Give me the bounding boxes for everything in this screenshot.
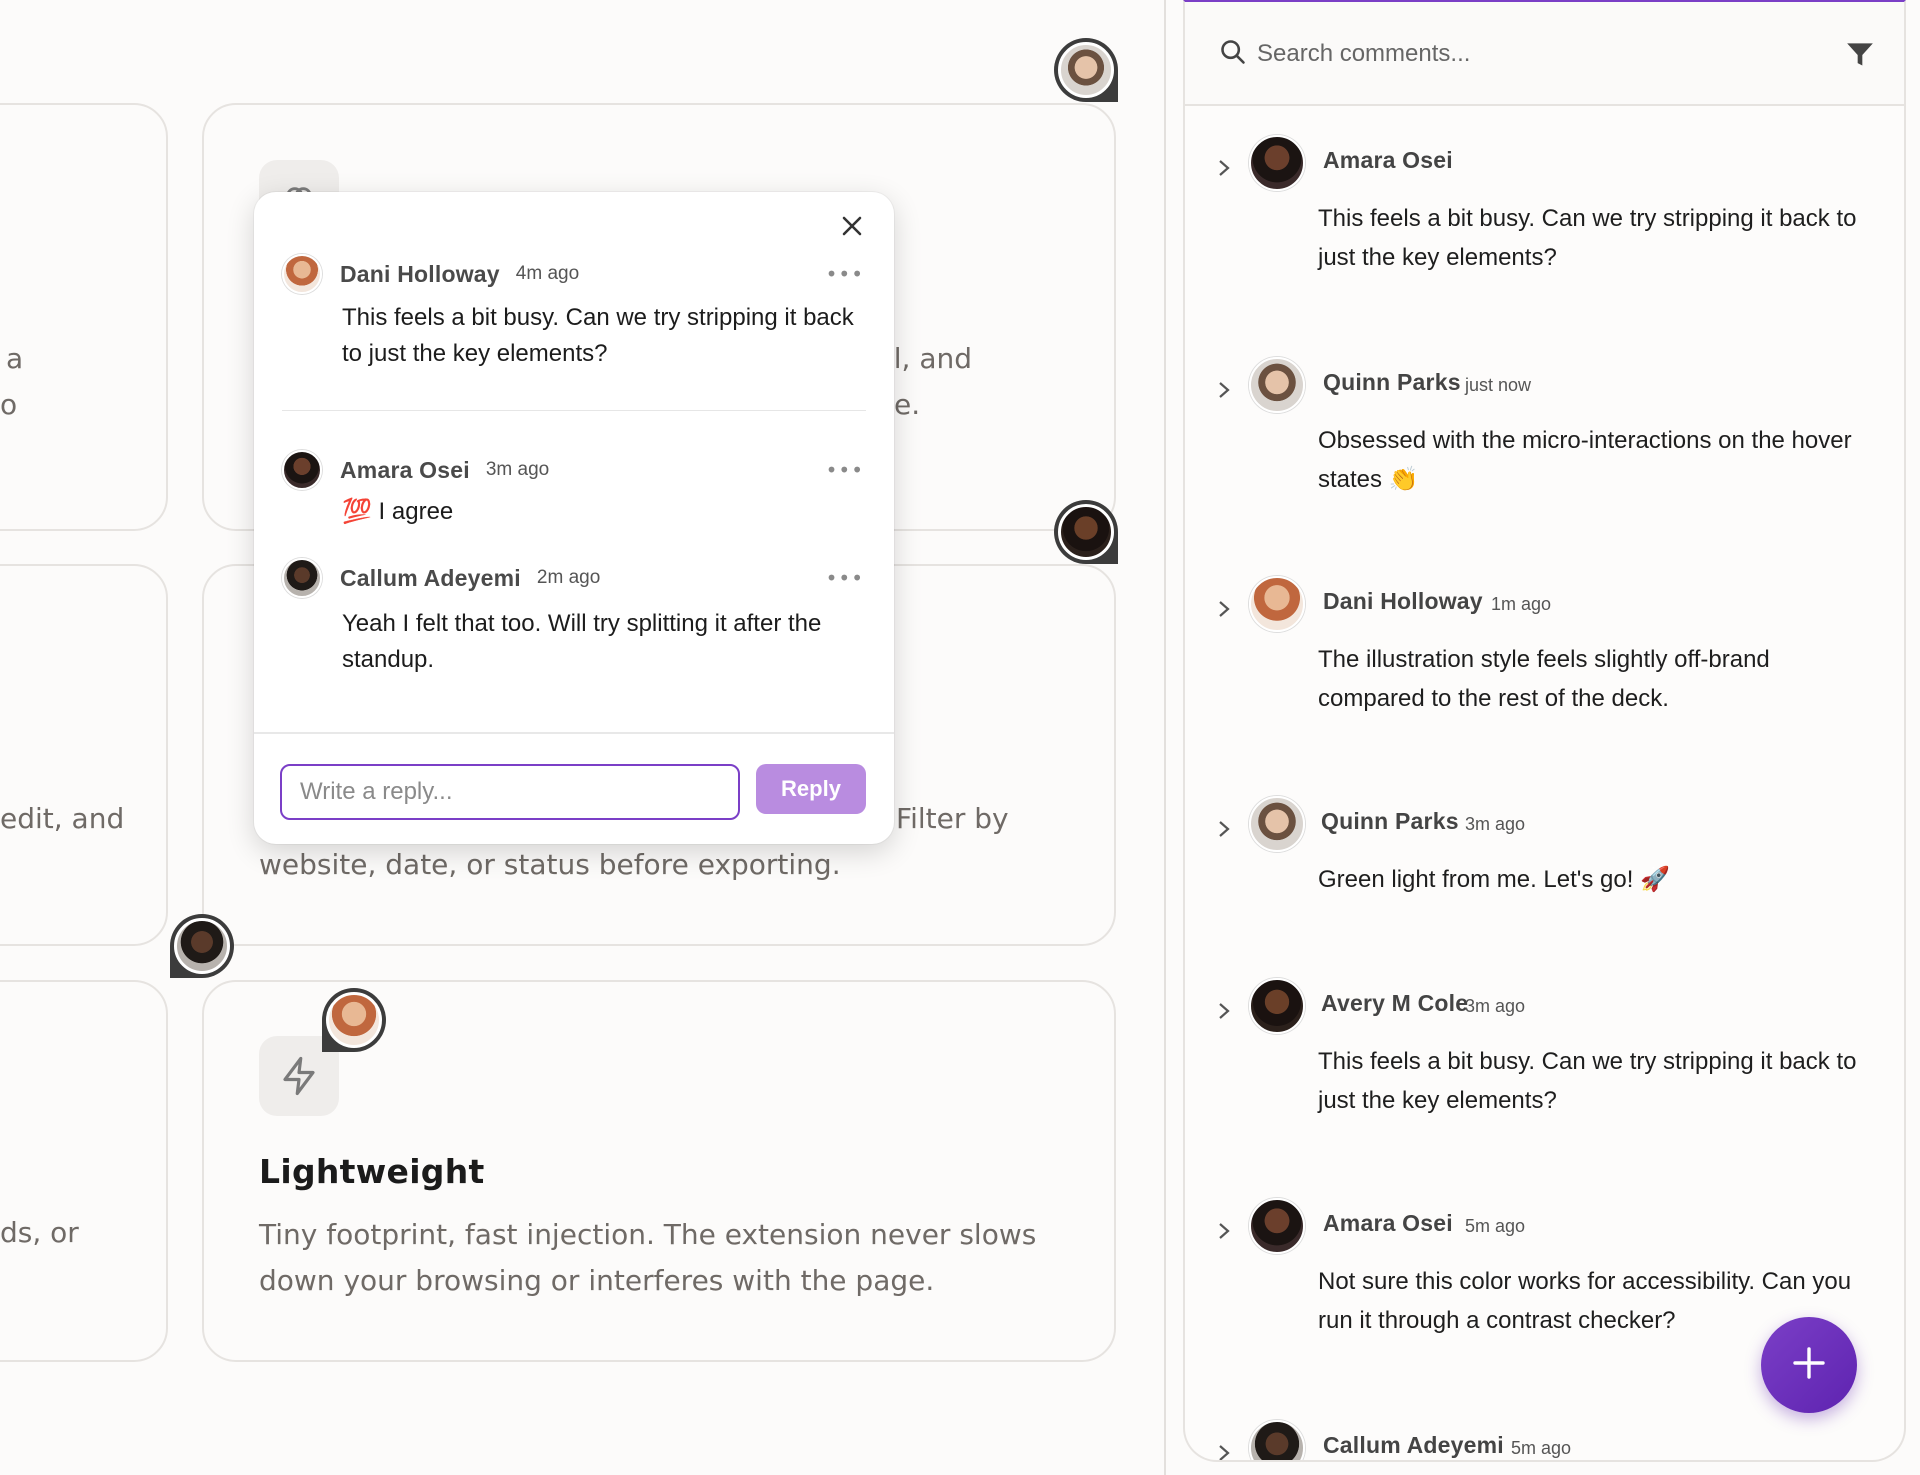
more-options-icon[interactable]: ••• xyxy=(826,458,864,482)
comment-time: 4m ago xyxy=(515,263,580,284)
reply-footer: Reply xyxy=(254,732,894,844)
search-bar xyxy=(1185,2,1904,106)
comment-author: Dani Holloway xyxy=(340,260,500,287)
comment-text: Green light from me. Let's go! 🚀 xyxy=(1318,866,1670,893)
feature-title-lightweight: Lightweight xyxy=(259,1152,485,1191)
comment-author: Avery M Cole xyxy=(1321,990,1469,1016)
comments-sidebar: Amara Osei This feels a bit busy. Can we… xyxy=(1183,0,1906,1462)
add-comment-button[interactable] xyxy=(1761,1317,1857,1413)
comment-text: The illustration style feels slightly of… xyxy=(1318,646,1770,712)
comment-author: Amara Osei xyxy=(1323,147,1453,173)
comment-time: 3m ago xyxy=(1465,814,1526,834)
avatar xyxy=(1249,357,1305,413)
card-text-fragment: e. xyxy=(894,388,921,421)
feature-card-left-bottom xyxy=(0,980,168,1362)
search-input[interactable] xyxy=(1257,30,1777,78)
panel-divider xyxy=(1164,0,1166,1475)
comment-pin-quinn[interactable] xyxy=(1054,38,1118,102)
more-options-icon[interactable]: ••• xyxy=(826,262,864,286)
comment-time: 3m ago xyxy=(485,459,550,480)
chevron-right-icon[interactable] xyxy=(1217,600,1231,622)
chevron-right-icon[interactable] xyxy=(1217,381,1231,403)
card-text-fragment: edit, and xyxy=(0,802,125,835)
feature-card-left-middle xyxy=(0,564,168,946)
feature-card-left-top xyxy=(0,103,168,531)
more-options-icon[interactable]: ••• xyxy=(826,566,864,590)
avatar xyxy=(1249,576,1305,632)
chevron-right-icon[interactable] xyxy=(1217,1444,1231,1460)
comment-pin-callum[interactable] xyxy=(170,914,234,978)
comment-author: Quinn Parks xyxy=(1323,369,1461,395)
comment-author: Callum Adeyemi xyxy=(1323,1432,1504,1458)
avatar xyxy=(1249,796,1305,852)
comment-author: Amara Osei xyxy=(1323,1210,1453,1236)
plus-icon xyxy=(1792,1346,1826,1384)
comment-text: This feels a bit busy. Can we try stripp… xyxy=(1318,1048,1857,1114)
card-text-fragment: a xyxy=(6,342,24,375)
avatar xyxy=(282,450,322,490)
chevron-right-icon[interactable] xyxy=(1217,159,1231,181)
avatar xyxy=(1249,135,1305,191)
card-text-fragment: o xyxy=(0,388,18,421)
avatar xyxy=(1058,42,1114,98)
comment-author: Dani Holloway xyxy=(1323,588,1483,614)
comment-author: Callum Adeyemi xyxy=(340,564,521,591)
avatar xyxy=(326,992,382,1048)
card-text-fragment: website, date, or status before exportin… xyxy=(259,848,841,881)
comment-text: This feels a bit busy. Can we try stripp… xyxy=(342,304,854,367)
comment-text: 💯 I agree xyxy=(342,498,454,525)
comment-pin-avery[interactable] xyxy=(1054,500,1118,564)
comment-author: Amara Osei xyxy=(340,456,470,483)
comment-time: 2m ago xyxy=(536,567,601,588)
comment-time: 5m ago xyxy=(1465,1216,1526,1236)
comment-pin-dani[interactable] xyxy=(322,988,386,1052)
thread-message: Amara Osei 3m ago ••• 💯 I agree xyxy=(282,448,872,530)
avatar xyxy=(1249,978,1305,1034)
divider xyxy=(282,410,866,411)
card-text-fragment: Filter by xyxy=(896,802,1009,835)
avatar xyxy=(1058,504,1114,560)
thread-message: Callum Adeyemi 2m ago ••• Yeah I felt th… xyxy=(282,556,872,678)
reply-input[interactable] xyxy=(280,764,740,820)
comment-text: Obsessed with the micro-interactions on … xyxy=(1318,427,1852,493)
chevron-right-icon[interactable] xyxy=(1217,1222,1231,1244)
chevron-right-icon[interactable] xyxy=(1217,1002,1231,1024)
comment-thread-popover: Dani Holloway 4m ago ••• This feels a bi… xyxy=(254,192,894,844)
comment-time: 3m ago xyxy=(1465,996,1526,1016)
card-text-fragment: il, and xyxy=(886,342,973,375)
comment-time: 5m ago xyxy=(1511,1438,1572,1458)
search-icon xyxy=(1219,38,1247,70)
comment-time: just now xyxy=(1465,375,1532,395)
reply-button[interactable]: Reply xyxy=(756,764,866,814)
feature-description-lightweight: Tiny footprint, fast injection. The exte… xyxy=(259,1218,1037,1297)
avatar xyxy=(282,254,322,294)
comment-text: This feels a bit busy. Can we try stripp… xyxy=(1318,205,1857,271)
avatar xyxy=(1249,1198,1305,1254)
close-icon[interactable] xyxy=(832,206,872,246)
thread-message: Dani Holloway 4m ago ••• This feels a bi… xyxy=(282,252,872,372)
comment-text: Yeah I felt that too. Will try splitting… xyxy=(342,610,822,673)
avatar xyxy=(174,918,230,974)
comment-time: 1m ago xyxy=(1491,594,1552,614)
avatar xyxy=(282,558,322,598)
avatar xyxy=(1249,1420,1305,1460)
card-text-fragment: ds, or xyxy=(0,1216,79,1249)
chevron-right-icon[interactable] xyxy=(1217,820,1231,842)
comment-author: Quinn Parks xyxy=(1321,808,1459,834)
filter-icon[interactable] xyxy=(1846,42,1874,72)
